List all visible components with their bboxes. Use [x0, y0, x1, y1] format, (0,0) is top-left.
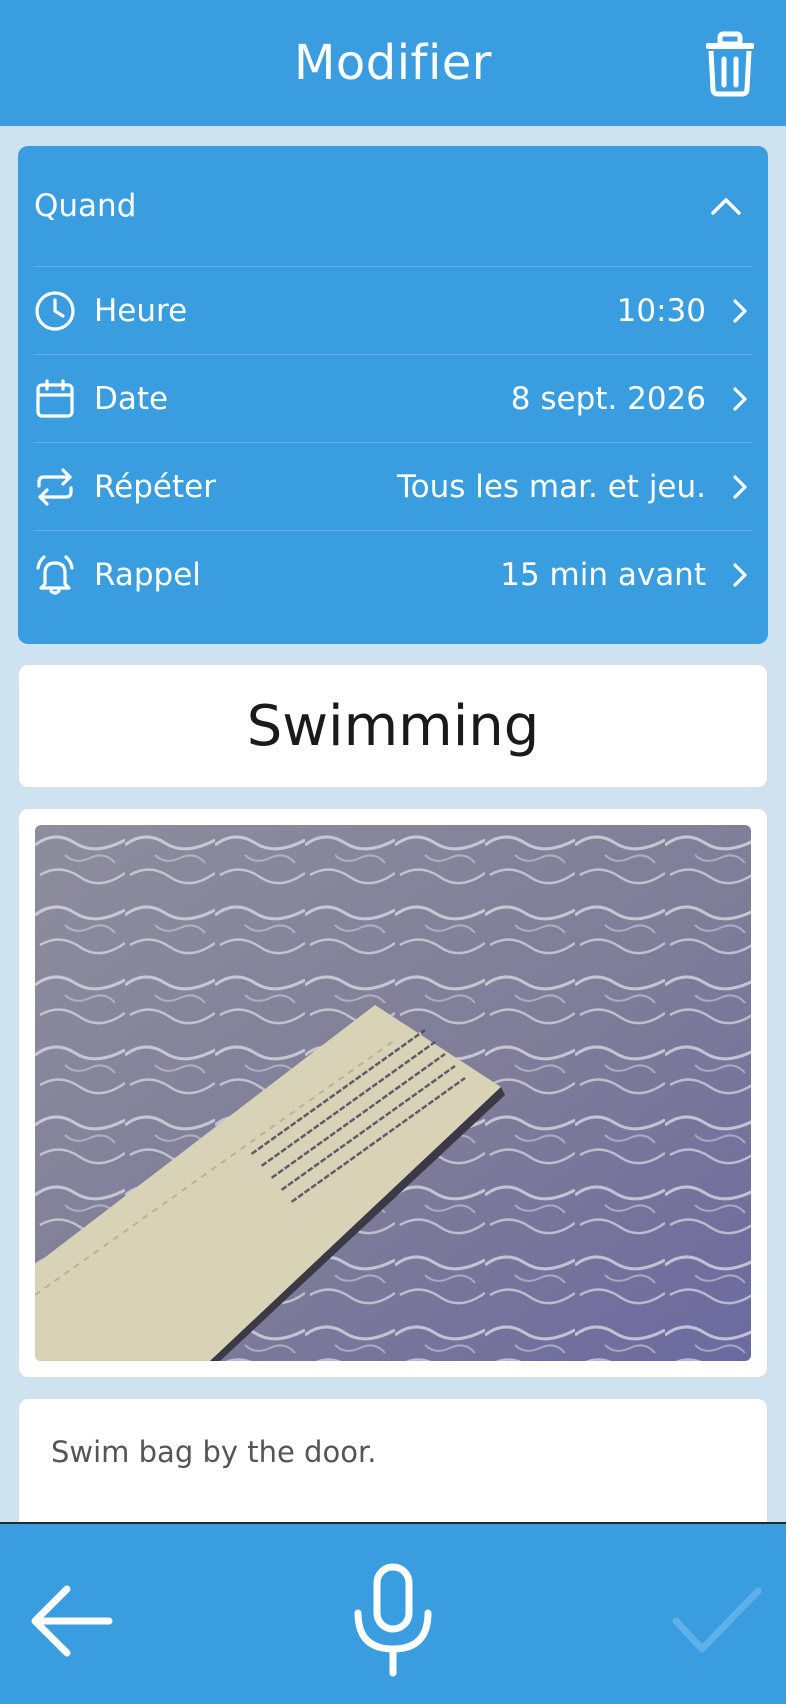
chevron-up-icon — [706, 186, 746, 226]
bottom-bar — [0, 1522, 786, 1704]
repeat-icon — [34, 466, 76, 508]
back-button[interactable] — [26, 1576, 116, 1666]
date-row[interactable]: Date 8 sept. 2026 — [34, 354, 752, 442]
repeat-label: Répéter — [94, 468, 216, 505]
reminder-value: 15 min avant — [500, 556, 706, 593]
when-label: Quand — [34, 188, 137, 224]
chevron-right-icon — [728, 296, 752, 326]
trash-icon — [706, 31, 754, 97]
top-bar: Modifier — [0, 0, 786, 126]
chevron-right-icon — [728, 472, 752, 502]
when-card: Quand Heure 10:30 Date 8 sept. 2026 Répé… — [18, 146, 768, 644]
chevron-right-icon — [728, 384, 752, 414]
delete-button[interactable] — [700, 30, 760, 98]
time-row[interactable]: Heure 10:30 — [34, 266, 752, 354]
microphone-icon — [354, 1563, 432, 1677]
clock-icon — [34, 290, 76, 332]
app-root: Modifier Quand Heure 10:30 Date 8 sept. … — [0, 0, 786, 1704]
notes-field[interactable]: Swim bag by the door. — [18, 1398, 768, 1538]
calendar-icon — [34, 378, 76, 420]
repeat-value: Tous les mar. et jeu. — [396, 468, 706, 505]
time-label: Heure — [94, 292, 188, 329]
when-header[interactable]: Quand — [18, 146, 768, 266]
bell-icon — [34, 554, 76, 596]
confirm-button[interactable] — [668, 1578, 764, 1664]
event-photo[interactable] — [35, 825, 751, 1361]
notes-text: Swim bag by the door. — [51, 1435, 377, 1469]
date-value: 8 sept. 2026 — [510, 380, 706, 417]
image-card — [18, 808, 768, 1378]
date-label: Date — [94, 380, 169, 417]
time-value: 10:30 — [616, 292, 706, 329]
repeat-row[interactable]: Répéter Tous les mar. et jeu. — [34, 442, 752, 530]
reminder-row[interactable]: Rappel 15 min avant — [34, 530, 752, 618]
event-title-field[interactable]: Swimming — [18, 664, 768, 788]
voice-input-button[interactable] — [348, 1562, 438, 1678]
page-title: Modifier — [293, 35, 493, 91]
chevron-right-icon — [728, 560, 752, 590]
arrow-left-icon — [31, 1585, 113, 1657]
checkmark-icon — [672, 1587, 762, 1653]
event-title: Swimming — [246, 693, 540, 759]
reminder-label: Rappel — [94, 556, 201, 593]
